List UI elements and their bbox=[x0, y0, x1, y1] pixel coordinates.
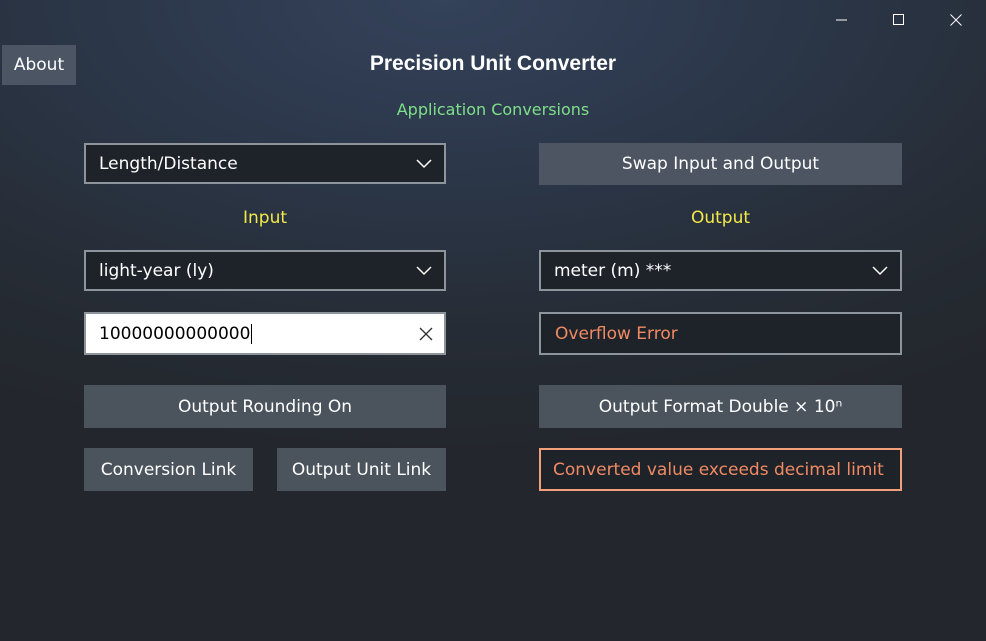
input-label: Input bbox=[242, 208, 288, 228]
input-unit-selected: light-year (ly) bbox=[99, 260, 214, 281]
clear-icon[interactable] bbox=[419, 327, 433, 341]
close-button[interactable] bbox=[933, 0, 979, 40]
minimize-button[interactable] bbox=[819, 0, 865, 40]
output-label: Output bbox=[690, 208, 751, 228]
conversion-link-button[interactable]: Conversion Link bbox=[84, 448, 253, 491]
chevron-down-icon bbox=[416, 159, 432, 169]
chevron-down-icon bbox=[872, 266, 888, 276]
output-unit-link-button[interactable]: Output Unit Link bbox=[277, 448, 446, 491]
input-unit-dropdown[interactable]: light-year (ly) bbox=[84, 250, 446, 291]
swap-button[interactable]: Swap Input and Output bbox=[539, 143, 902, 185]
output-rounding-button[interactable]: Output Rounding On bbox=[84, 385, 446, 428]
output-format-button[interactable]: Output Format Double × 10ⁿ bbox=[539, 385, 902, 428]
input-value-text: 10000000000000 bbox=[99, 323, 251, 344]
text-caret bbox=[251, 323, 253, 344]
output-unit-dropdown[interactable]: meter (m) *** bbox=[539, 250, 902, 291]
page-title: Precision Unit Converter bbox=[369, 52, 617, 75]
page-subtitle: Application Conversions bbox=[396, 100, 590, 119]
category-selected: Length/Distance bbox=[99, 153, 238, 174]
input-value-field[interactable]: 10000000000000 bbox=[84, 312, 446, 355]
minimize-icon bbox=[836, 19, 847, 21]
close-icon bbox=[950, 14, 962, 26]
maximize-button[interactable] bbox=[876, 0, 922, 40]
maximize-icon bbox=[893, 14, 904, 25]
warning-message: Converted value exceeds decimal limit bbox=[539, 448, 902, 491]
output-value-field: Overflow Error bbox=[539, 312, 902, 355]
category-dropdown[interactable]: Length/Distance bbox=[84, 143, 446, 184]
output-unit-selected: meter (m) *** bbox=[554, 260, 672, 281]
chevron-down-icon bbox=[416, 266, 432, 276]
